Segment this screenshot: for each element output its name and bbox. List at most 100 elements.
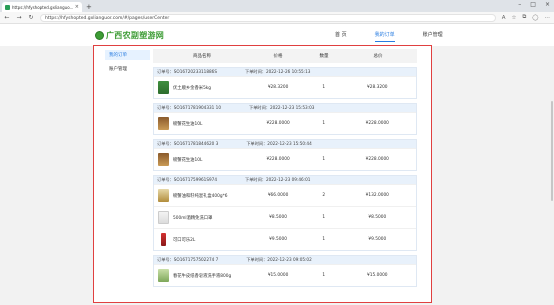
collections-icon[interactable]: ⧉ bbox=[522, 14, 526, 21]
sidebar-item-my-orders[interactable]: 我的订单 bbox=[105, 50, 150, 60]
product-name[interactable]: 优土顺乡金香米5kg bbox=[173, 85, 211, 91]
forward-icon[interactable]: → bbox=[16, 14, 22, 21]
order-number: 订单号：SO1671781904331 10 bbox=[157, 105, 221, 110]
product-price: ¥15.0000 bbox=[267, 273, 289, 278]
order-header: 订单号：SO1671757502274 7 下单时间：2022-12-23 09… bbox=[154, 256, 416, 264]
order-item-row[interactable]: 可口可乐2L ¥9.5000 1 ¥9.5000 bbox=[154, 228, 416, 250]
product-quantity: 2 bbox=[322, 193, 326, 198]
tab-title: https://hfyshopted.gxlianguo... bbox=[12, 4, 73, 10]
product-image[interactable] bbox=[161, 233, 166, 246]
header-product-name: 商品名称 bbox=[193, 54, 211, 59]
new-tab-button[interactable]: + bbox=[86, 2, 92, 12]
product-quantity: 1 bbox=[322, 215, 326, 220]
product-name[interactable]: 螃蟹花生油10L bbox=[173, 121, 202, 127]
product-total: ¥28.3200 bbox=[367, 85, 388, 90]
order-item-row[interactable]: 春花牛皮纸香皂液洗手液800g ¥15.0000 1 ¥15.0000 bbox=[154, 264, 416, 286]
nav-my-orders[interactable]: 我的订单 bbox=[374, 24, 395, 46]
logo-icon bbox=[95, 30, 104, 40]
order-item-row[interactable]: 500ml酒精免洗口罩 ¥8.5000 1 ¥8.5000 bbox=[154, 206, 416, 228]
order-number: 订单号：SO1672023311886S bbox=[157, 69, 217, 74]
order-time: 下单时间：2022-12-23 09:05:02 bbox=[246, 257, 312, 262]
order-header: 订单号：SO1671781844620 3 下单时间：2022-12-23 15… bbox=[154, 140, 416, 148]
product-total: ¥228.0000 bbox=[365, 157, 389, 162]
nav-account[interactable]: 账户管理 bbox=[423, 24, 443, 46]
header-quantity: 数量 bbox=[319, 54, 329, 59]
product-image[interactable] bbox=[158, 211, 169, 224]
product-price: ¥228.0000 bbox=[266, 121, 290, 126]
order-time: 下单时间：2022-12-23 15:50:44 bbox=[246, 141, 312, 146]
product-total: ¥8.5000 bbox=[368, 215, 387, 220]
order-item-row[interactable]: 螃蟹花生油10L ¥228.0000 1 ¥228.0000 bbox=[154, 148, 416, 170]
sidebar-item-account[interactable]: 账户管理 bbox=[105, 64, 150, 74]
product-total: ¥228.0000 bbox=[365, 121, 389, 126]
zoom-icon[interactable]: A bbox=[502, 15, 506, 21]
more-icon[interactable]: ⋯ bbox=[545, 15, 551, 21]
order-item-row[interactable]: 螃蟹花生油10L ¥228.0000 1 ¥228.0000 bbox=[154, 112, 416, 134]
order-number: 订单号：SO1671759961S974 bbox=[157, 177, 217, 182]
order-block: 订单号：SO1671759961S974 下单时间：2022-12-23 09:… bbox=[153, 175, 417, 251]
close-icon[interactable]: × bbox=[75, 4, 79, 10]
product-quantity: 1 bbox=[322, 237, 326, 242]
header-total: 总价 bbox=[373, 54, 383, 59]
product-price: ¥228.0000 bbox=[266, 157, 290, 162]
product-image[interactable] bbox=[158, 269, 169, 282]
product-total: ¥15.0000 bbox=[367, 273, 388, 278]
back-icon[interactable]: ← bbox=[4, 14, 10, 21]
product-price: ¥28.3200 bbox=[267, 85, 289, 90]
window-controls: – □ × bbox=[518, 1, 550, 8]
product-quantity: 1 bbox=[322, 157, 326, 162]
browser-tab[interactable]: https://hfyshopted.gxlianguo... × bbox=[2, 2, 82, 12]
order-block: 订单号：SO1671781904331 10 下单时间：2022-12-23 1… bbox=[153, 103, 417, 135]
product-image[interactable] bbox=[158, 153, 169, 166]
product-quantity: 1 bbox=[322, 121, 326, 126]
order-header: 订单号：SO1672023311886S 下单时间：2022-12-26 10:… bbox=[154, 68, 416, 76]
sidebar: 我的订单 账户管理 bbox=[105, 50, 150, 78]
product-image[interactable] bbox=[158, 117, 169, 130]
product-price: ¥66.0000 bbox=[267, 193, 289, 198]
favicon-icon bbox=[5, 4, 10, 10]
product-image[interactable] bbox=[158, 189, 169, 202]
order-time: 下单时间：2022-12-23 15:53:03 bbox=[249, 105, 315, 110]
orders-table: 商品名称 价格 数量 总价 订单号：SO1672023311886S 下单时间：… bbox=[153, 49, 417, 287]
url-input[interactable]: https://hfyshopted.gxlianguor.com/#/page… bbox=[40, 13, 496, 22]
order-time: 下单时间：2022-12-26 10:55:13 bbox=[245, 69, 311, 74]
product-total: ¥9.5000 bbox=[368, 237, 387, 242]
product-price: ¥8.5000 bbox=[269, 215, 287, 220]
scrollbar-thumb[interactable] bbox=[551, 101, 553, 201]
order-block: 订单号：SO1671781844620 3 下单时间：2022-12-23 15… bbox=[153, 139, 417, 171]
favorite-icon[interactable]: ☆ bbox=[511, 15, 516, 21]
page-scrollbar[interactable] bbox=[550, 46, 554, 305]
address-bar-row: ← → ↻ https://hfyshopted.gxlianguor.com/… bbox=[0, 12, 554, 24]
profile-icon[interactable]: ◯ bbox=[532, 15, 538, 21]
order-block: 订单号：SO1672023311886S 下单时间：2022-12-26 10:… bbox=[153, 67, 417, 99]
window-close-icon[interactable]: × bbox=[545, 1, 550, 8]
product-total: ¥132.0000 bbox=[365, 193, 389, 198]
browser-tabbar: https://hfyshopted.gxlianguo... × + – □ … bbox=[0, 0, 554, 12]
product-name[interactable]: 春花牛皮纸香皂液洗手液800g bbox=[173, 273, 231, 279]
product-quantity: 1 bbox=[322, 85, 326, 90]
product-name[interactable]: 螃蟹花生油10L bbox=[173, 157, 202, 163]
order-header: 订单号：SO1671759961S974 下单时间：2022-12-23 09:… bbox=[154, 176, 416, 184]
product-name[interactable]: 可口可乐2L bbox=[173, 237, 195, 243]
user-center-panel: 我的订单 账户管理 商品名称 价格 数量 总价 订单号：SO1672023311… bbox=[93, 45, 432, 303]
order-number: 订单号：SO1671781844620 3 bbox=[157, 141, 219, 146]
order-number: 订单号：SO1671757502274 7 bbox=[157, 257, 219, 262]
refresh-icon[interactable]: ↻ bbox=[28, 14, 34, 21]
product-price: ¥9.5000 bbox=[269, 237, 287, 242]
product-image[interactable] bbox=[158, 81, 169, 94]
product-name[interactable]: 螃蟹油和籽纯混礼盒400g*6 bbox=[173, 193, 227, 199]
order-item-row[interactable]: 螃蟹油和籽纯混礼盒400g*6 ¥66.0000 2 ¥132.0000 bbox=[154, 184, 416, 206]
main-nav: 首 页 我的订单 账户管理 bbox=[335, 24, 443, 46]
table-header: 商品名称 价格 数量 总价 bbox=[153, 49, 417, 63]
product-quantity: 1 bbox=[322, 273, 326, 278]
site-logo[interactable]: 广西农副塑游网 bbox=[95, 30, 164, 41]
product-name[interactable]: 500ml酒精免洗口罩 bbox=[173, 215, 212, 221]
nav-home[interactable]: 首 页 bbox=[335, 24, 347, 46]
site-header: 广西农副塑游网 首 页 我的订单 账户管理 bbox=[0, 24, 554, 46]
minimize-icon[interactable]: – bbox=[518, 1, 521, 8]
order-item-row[interactable]: 优土顺乡金香米5kg ¥28.3200 1 ¥28.3200 bbox=[154, 76, 416, 98]
logo-text: 广西农副塑游网 bbox=[106, 30, 165, 40]
maximize-icon[interactable]: □ bbox=[530, 1, 536, 8]
order-block: 订单号：SO1671757502274 7 下单时间：2022-12-23 09… bbox=[153, 255, 417, 287]
header-price: 价格 bbox=[273, 54, 283, 59]
